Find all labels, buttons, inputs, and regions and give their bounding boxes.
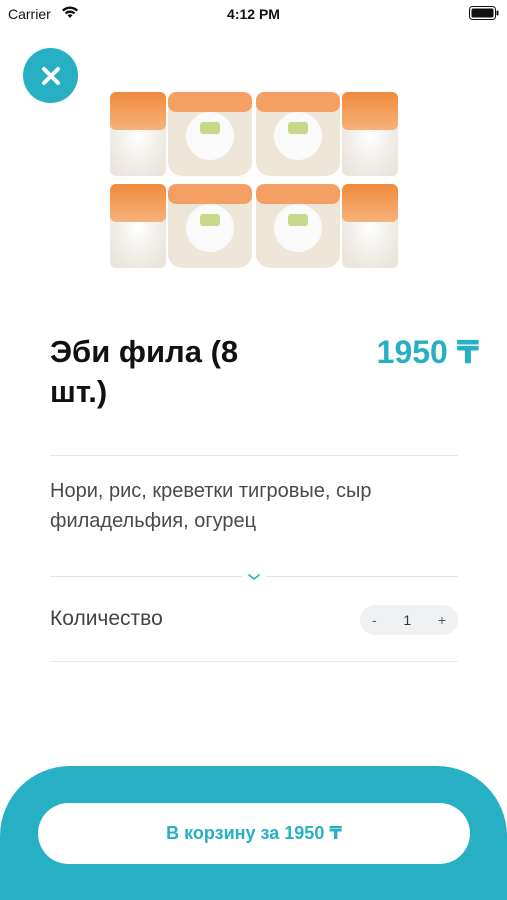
product-description: Нори, рис, креветки тигровые, сыр филаде… <box>50 480 372 532</box>
sushi-rolls-image <box>108 86 400 274</box>
divider <box>50 661 458 662</box>
battery-icon <box>469 6 499 20</box>
divider <box>50 455 458 456</box>
clock: 4:12 PM <box>227 6 280 22</box>
product-detail-screen: Carrier 4:12 PM Эби фила (8 шт.) 1950 ₸ … <box>0 0 507 900</box>
quantity-stepper: - 1 + <box>360 605 458 635</box>
product-title: Эби фила (8 шт.) <box>50 334 239 409</box>
status-bar: Carrier 4:12 PM <box>0 0 507 30</box>
increment-button[interactable]: + <box>438 612 446 628</box>
add-to-cart-button[interactable]: В корзину за 1950 ₸ <box>38 803 470 864</box>
decrement-button[interactable]: - <box>372 612 377 628</box>
quantity-label: Количество <box>50 607 163 630</box>
close-button[interactable] <box>23 48 78 103</box>
expand-button[interactable] <box>242 567 266 587</box>
product-price: 1950 ₸ <box>376 334 479 370</box>
chevron-down-icon <box>248 574 260 580</box>
close-icon <box>41 66 60 85</box>
quantity-value: 1 <box>403 612 412 628</box>
